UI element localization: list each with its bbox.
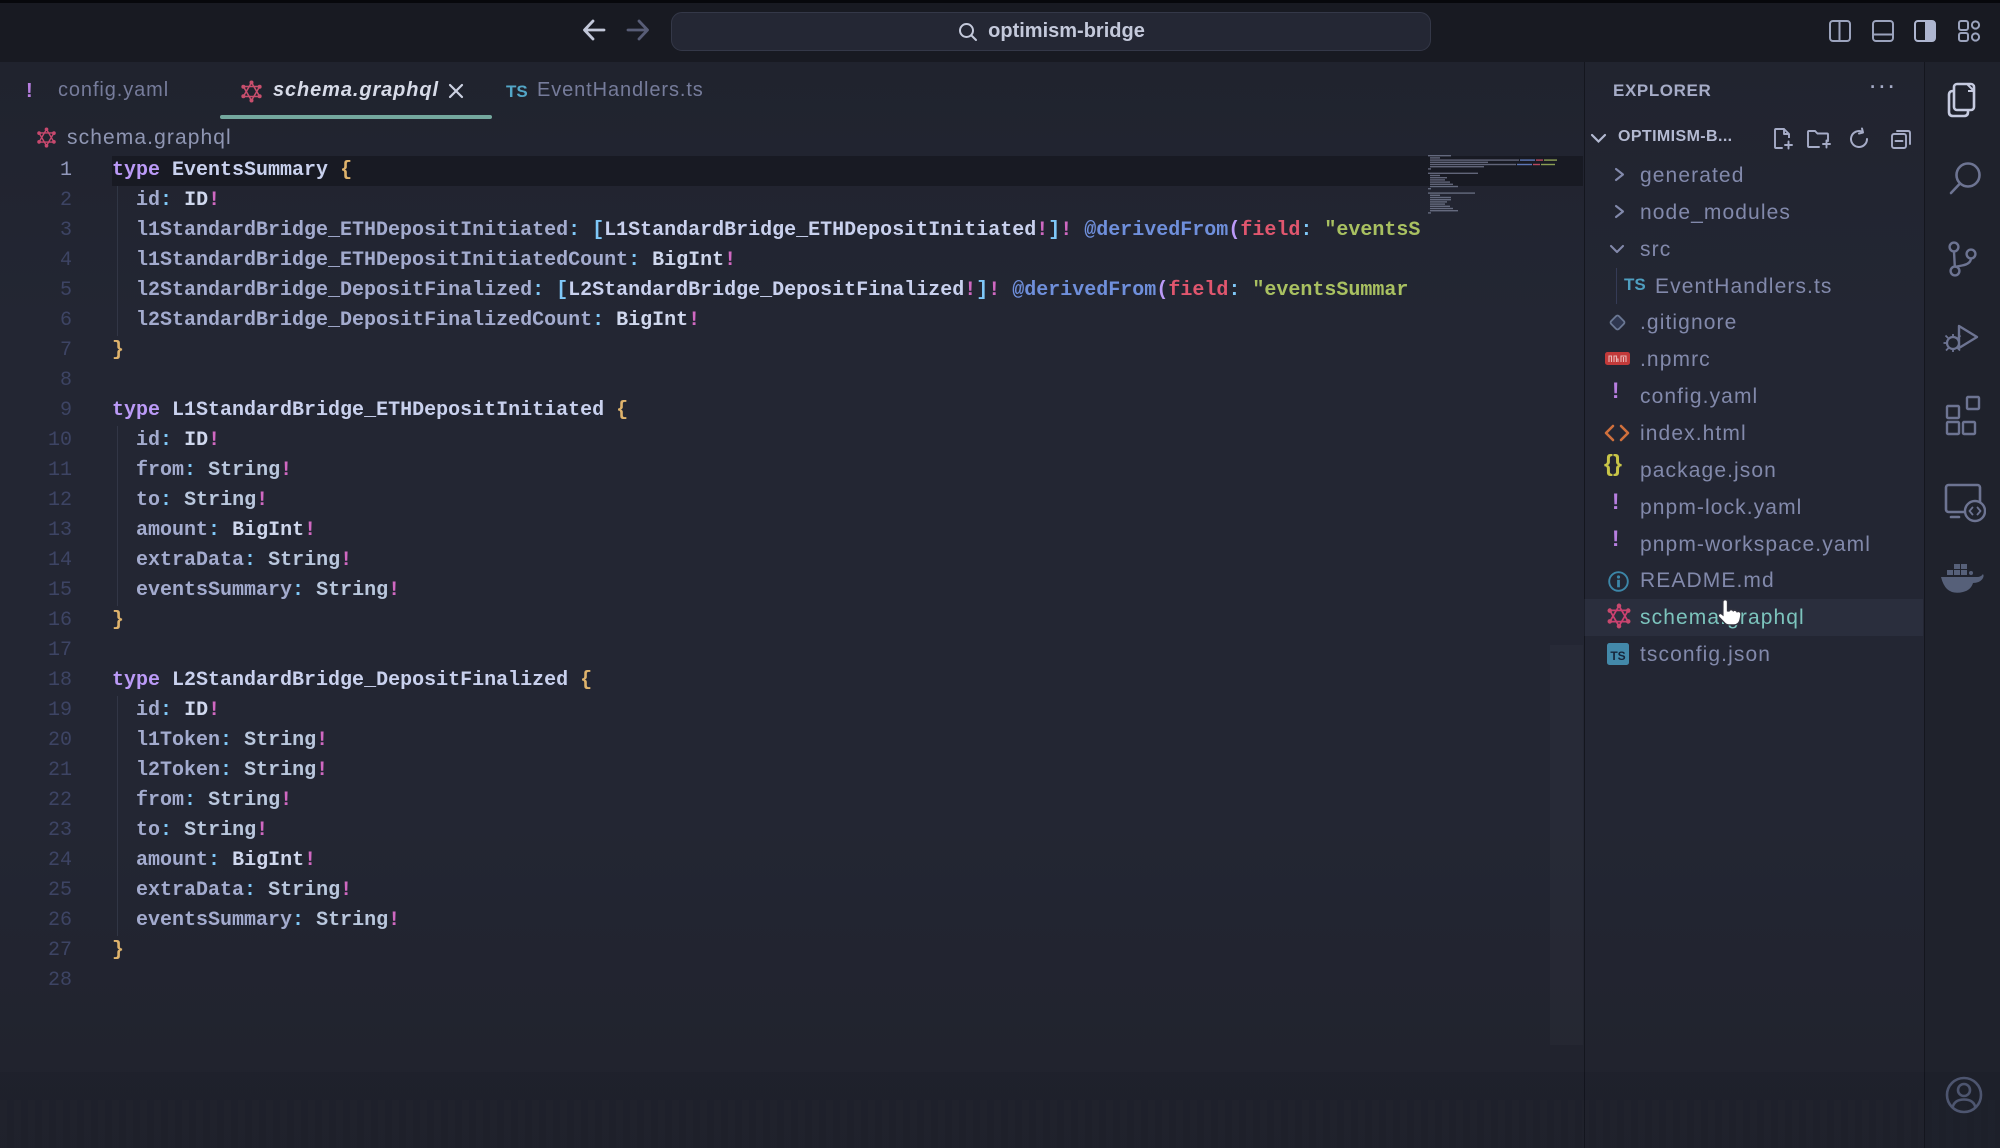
svg-text:TS: TS [1610, 649, 1625, 663]
